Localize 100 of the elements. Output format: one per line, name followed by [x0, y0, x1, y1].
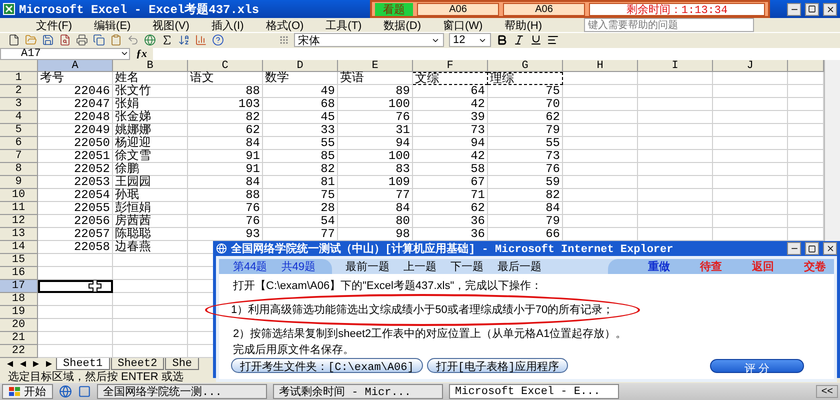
row-header[interactable]: 4 [0, 111, 38, 124]
table-cell[interactable]: 22054 [38, 189, 113, 202]
table-cell[interactable] [563, 111, 638, 124]
table-cell[interactable]: 88 [188, 189, 263, 202]
font-dropdown[interactable]: 宋体 [294, 33, 444, 47]
bold-icon[interactable] [496, 34, 508, 46]
tab-scroll-arrow-icon[interactable] [20, 361, 26, 367]
close-button[interactable] [823, 242, 837, 255]
row-header[interactable]: 7 [0, 150, 38, 163]
column-header[interactable]: F [413, 60, 488, 72]
table-cell[interactable] [113, 306, 188, 319]
table-cell[interactable]: 31 [338, 124, 413, 137]
taskbar-button[interactable]: 全国网络学院统一测... [97, 384, 267, 399]
table-cell[interactable]: 22048 [38, 111, 113, 124]
menu-item[interactable]: 文件(F) [36, 18, 72, 32]
table-cell[interactable] [713, 202, 788, 215]
table-cell[interactable] [713, 137, 788, 150]
table-cell[interactable]: 94 [413, 137, 488, 150]
row-header[interactable]: 18 [0, 293, 38, 306]
row-header[interactable]: 10 [0, 189, 38, 202]
row-header[interactable]: 16 [0, 267, 38, 280]
table-cell[interactable]: 55 [488, 137, 563, 150]
tab-scroll-arrow-icon[interactable] [7, 361, 13, 367]
table-cell[interactable]: 84 [188, 137, 263, 150]
table-cell[interactable]: 22053 [38, 176, 113, 189]
table-cell[interactable]: 67 [413, 176, 488, 189]
table-cell[interactable]: 103 [188, 98, 263, 111]
table-cell[interactable] [638, 85, 713, 98]
table-cell[interactable]: 22052 [38, 163, 113, 176]
maximize-button[interactable] [805, 242, 819, 255]
table-cell[interactable]: 36 [413, 215, 488, 228]
table-cell[interactable]: 姓名 [113, 72, 188, 85]
table-cell[interactable] [638, 176, 713, 189]
table-cell[interactable]: 89 [338, 85, 413, 98]
table-cell[interactable]: 杨迎迎 [113, 137, 188, 150]
row-header[interactable]: 20 [0, 319, 38, 332]
font-size-dropdown[interactable]: 12 [449, 33, 491, 47]
column-header[interactable]: D [263, 60, 338, 72]
start-button[interactable]: 开始 [2, 384, 53, 399]
menu-item[interactable]: 窗口(W) [443, 18, 483, 32]
table-cell[interactable]: 边春燕 [113, 241, 188, 254]
table-cell[interactable]: 82 [488, 189, 563, 202]
minimize-button[interactable] [787, 2, 801, 16]
table-cell[interactable]: 张娟 [113, 98, 188, 111]
table-cell[interactable]: 80 [338, 215, 413, 228]
restore-button[interactable] [805, 2, 819, 16]
table-cell[interactable]: 22047 [38, 98, 113, 111]
table-cell[interactable]: 考号 [38, 72, 113, 85]
browser-icon[interactable] [59, 385, 72, 398]
table-cell[interactable]: 英语 [338, 72, 413, 85]
table-cell[interactable]: 76 [188, 215, 263, 228]
table-cell[interactable]: 75 [263, 189, 338, 202]
table-cell[interactable]: 73 [413, 124, 488, 137]
table-cell[interactable] [713, 72, 788, 85]
table-cell[interactable]: 109 [338, 176, 413, 189]
table-cell[interactable]: 42 [413, 150, 488, 163]
table-cell[interactable] [563, 98, 638, 111]
table-cell[interactable]: 77 [338, 189, 413, 202]
table-cell[interactable]: 文综 [413, 72, 488, 85]
menu-item[interactable]: 编辑(E) [94, 18, 131, 32]
table-cell[interactable]: 64 [413, 85, 488, 98]
print-preview-icon[interactable] [59, 34, 71, 46]
table-cell[interactable] [113, 293, 188, 306]
print-icon[interactable] [76, 34, 88, 46]
sum-icon[interactable] [161, 34, 173, 46]
table-cell[interactable] [563, 189, 638, 202]
table-cell[interactable]: 100 [338, 150, 413, 163]
table-cell[interactable] [638, 124, 713, 137]
table-cell[interactable]: 62 [413, 202, 488, 215]
menu-item[interactable]: 格式(O) [266, 18, 304, 32]
table-cell[interactable]: 84 [488, 202, 563, 215]
close-button[interactable] [823, 2, 837, 16]
table-cell[interactable] [563, 124, 638, 137]
table-cell[interactable]: 42 [413, 98, 488, 111]
menu-item[interactable]: 帮助(H) [504, 18, 542, 32]
table-cell[interactable] [713, 150, 788, 163]
dialog-button[interactable]: 打开[电子表格]应用程序 [426, 358, 568, 373]
table-cell[interactable] [38, 293, 113, 306]
table-cell[interactable]: 84 [338, 202, 413, 215]
undo-icon[interactable] [127, 34, 139, 46]
table-cell[interactable] [563, 150, 638, 163]
row-header[interactable]: 5 [0, 124, 38, 137]
column-header[interactable]: E [338, 60, 413, 72]
table-cell[interactable] [638, 72, 713, 85]
sheet-tab[interactable]: She [165, 358, 200, 370]
table-cell[interactable] [638, 150, 713, 163]
table-cell[interactable] [113, 319, 188, 332]
table-cell[interactable] [113, 280, 188, 293]
select-all-corner[interactable] [0, 60, 38, 72]
table-cell[interactable]: 82 [188, 111, 263, 124]
menu-item[interactable]: 工具(T) [326, 18, 362, 32]
row-header[interactable]: 6 [0, 137, 38, 150]
column-header[interactable]: I [638, 60, 713, 72]
table-cell[interactable]: 22046 [38, 85, 113, 98]
table-cell[interactable]: 22056 [38, 215, 113, 228]
table-cell[interactable]: 84 [188, 176, 263, 189]
menu-item[interactable]: 视图(V) [152, 18, 190, 32]
save-icon[interactable] [42, 34, 54, 46]
row-header[interactable]: 14 [0, 241, 38, 254]
help-search-field[interactable]: 键入需要帮助的问题 [584, 18, 754, 32]
